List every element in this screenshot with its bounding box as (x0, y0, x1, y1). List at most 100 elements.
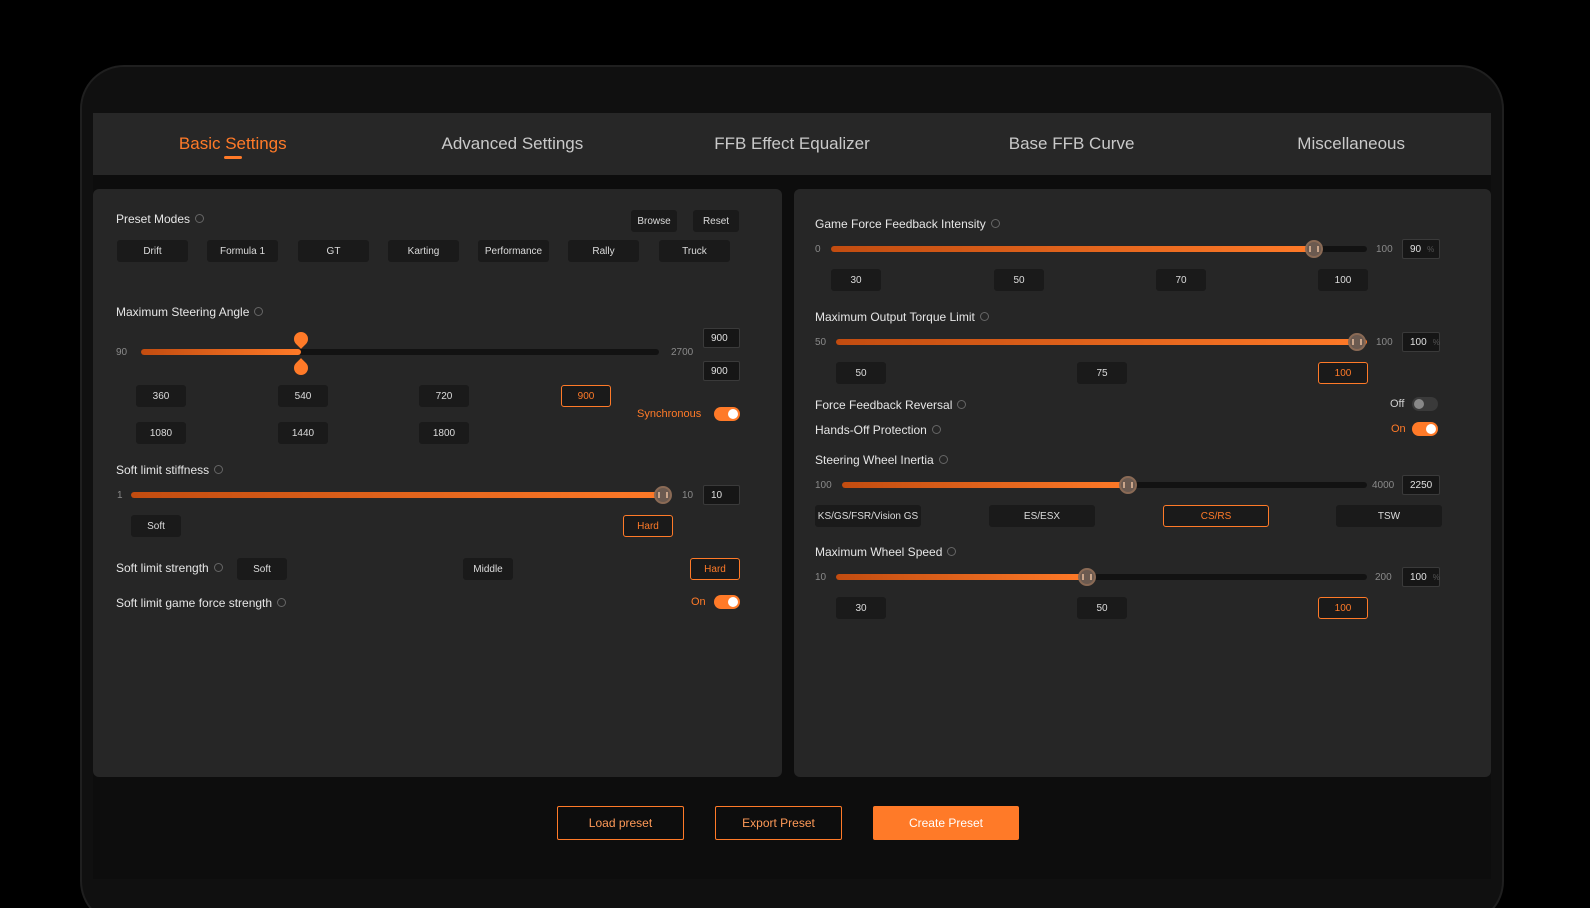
tab-miscellaneous[interactable]: Miscellaneous (1211, 113, 1491, 175)
create-preset-button[interactable]: Create Preset (873, 806, 1019, 840)
torque-value-input[interactable]: 100% (1402, 332, 1440, 352)
inertia-max-label: 4000 (1372, 480, 1395, 491)
ffb-intensity-preset-50[interactable]: 50 (994, 269, 1044, 291)
preset-mode-gt[interactable]: GT (298, 240, 369, 262)
steering-preset-900[interactable]: 900 (561, 385, 611, 407)
tab-basic-settings[interactable]: Basic Settings (93, 113, 373, 175)
info-icon[interactable] (957, 400, 967, 410)
ffb-reversal-toggle[interactable] (1412, 397, 1438, 411)
ffb-intensity-fill (831, 246, 1313, 252)
max-output-torque-slider[interactable] (836, 339, 1367, 345)
speed-preset-30[interactable]: 30 (836, 597, 886, 619)
steering-lower-marker[interactable] (291, 358, 311, 378)
stiffness-soft-button[interactable]: Soft (131, 515, 181, 537)
preset-mode-formula-1[interactable]: Formula 1 (207, 240, 278, 262)
steering-preset-1440[interactable]: 1440 (278, 422, 328, 444)
info-icon[interactable] (979, 312, 989, 322)
speed-value-input[interactable]: 100% (1402, 567, 1440, 587)
stiffness-value-input[interactable]: 10 (703, 485, 740, 505)
game-ffb-intensity-slider[interactable] (831, 246, 1367, 252)
stiffness-hard-button[interactable]: Hard (623, 515, 673, 537)
inertia-preset-ks-gs[interactable]: KS/GS/FSR/Vision GS (815, 505, 921, 527)
tab-base-ffb-curve[interactable]: Base FFB Curve (932, 113, 1212, 175)
torque-max-label: 100 (1376, 337, 1393, 348)
info-icon[interactable] (931, 425, 941, 435)
tab-advanced-settings[interactable]: Advanced Settings (373, 113, 653, 175)
inertia-preset-cs-rs[interactable]: CS/RS (1163, 505, 1269, 527)
ffb-intensity-preset-30[interactable]: 30 (831, 269, 881, 291)
ffb-intensity-preset-70[interactable]: 70 (1156, 269, 1206, 291)
info-icon[interactable] (213, 563, 223, 573)
steering-preset-540[interactable]: 540 (278, 385, 328, 407)
torque-handle[interactable] (1348, 333, 1366, 351)
strength-soft-button[interactable]: Soft (237, 558, 287, 580)
soft-limit-strength-label: Soft limit strength (116, 561, 223, 575)
ffb-reversal-label: Force Feedback Reversal (815, 398, 967, 412)
info-icon[interactable] (254, 307, 264, 317)
info-icon[interactable] (195, 214, 205, 224)
steering-preset-720[interactable]: 720 (419, 385, 469, 407)
steering-preset-1800[interactable]: 1800 (419, 422, 469, 444)
preset-mode-performance[interactable]: Performance (478, 240, 549, 262)
load-preset-button[interactable]: Load preset (557, 806, 684, 840)
ffb-intensity-value-input[interactable]: 90% (1402, 239, 1440, 259)
hands-off-toggle[interactable] (1412, 422, 1438, 436)
inertia-min-label: 100 (815, 480, 832, 491)
inertia-value-input[interactable]: 2250 (1402, 475, 1440, 495)
inertia-preset-tsw[interactable]: TSW (1336, 505, 1442, 527)
basic-settings-left-panel: Preset Modes Browse Reset Drift Formula … (93, 189, 782, 777)
ffb-intensity-handle[interactable] (1305, 240, 1323, 258)
strength-middle-button[interactable]: Middle (463, 558, 513, 580)
speed-preset-50[interactable]: 50 (1077, 597, 1127, 619)
hands-off-protection-label: Hands-Off Protection (815, 423, 941, 437)
ffb-intensity-preset-100[interactable]: 100 (1318, 269, 1368, 291)
preset-mode-rally[interactable]: Rally (568, 240, 639, 262)
info-icon[interactable] (990, 219, 1000, 229)
speed-handle[interactable] (1078, 568, 1096, 586)
max-wheel-speed-label: Maximum Wheel Speed (815, 545, 957, 559)
steering-angle-input-top[interactable]: 900 (703, 328, 740, 348)
steering-preset-360[interactable]: 360 (136, 385, 186, 407)
preset-mode-karting[interactable]: Karting (388, 240, 459, 262)
info-icon[interactable] (938, 455, 948, 465)
soft-limit-stiffness-slider[interactable] (131, 492, 671, 498)
info-icon[interactable] (277, 598, 287, 608)
ffb-intensity-max-label: 100 (1376, 244, 1393, 255)
info-icon[interactable] (947, 547, 957, 557)
speed-max-label: 200 (1375, 572, 1392, 583)
stiffness-max-label: 10 (682, 490, 694, 501)
inertia-fill (842, 482, 1132, 488)
max-wheel-speed-slider[interactable] (836, 574, 1367, 580)
preset-mode-truck[interactable]: Truck (659, 240, 730, 262)
browse-button[interactable]: Browse (631, 210, 677, 232)
preset-mode-drift[interactable]: Drift (117, 240, 188, 262)
reset-button[interactable]: Reset (693, 210, 739, 232)
basic-settings-right-panel: Game Force Feedback Intensity 0 100 90% … (794, 189, 1491, 777)
torque-preset-75[interactable]: 75 (1077, 362, 1127, 384)
synchronous-toggle[interactable] (714, 407, 740, 421)
steering-preset-1080[interactable]: 1080 (136, 422, 186, 444)
strength-hard-button[interactable]: Hard (690, 558, 740, 580)
export-preset-button[interactable]: Export Preset (715, 806, 842, 840)
max-output-torque-label: Maximum Output Torque Limit (815, 310, 989, 324)
ffb-intensity-min-label: 0 (815, 244, 821, 255)
game-force-toggle[interactable] (714, 595, 740, 609)
torque-preset-50[interactable]: 50 (836, 362, 886, 384)
speed-preset-100[interactable]: 100 (1318, 597, 1368, 619)
speed-fill (836, 574, 1086, 580)
info-icon[interactable] (214, 465, 224, 475)
stiffness-slider-handle[interactable] (654, 486, 672, 504)
inertia-handle[interactable] (1119, 476, 1137, 494)
inertia-preset-es-esx[interactable]: ES/ESX (989, 505, 1095, 527)
steering-upper-marker[interactable] (291, 329, 311, 349)
torque-preset-100[interactable]: 100 (1318, 362, 1368, 384)
tab-label: Miscellaneous (1297, 134, 1406, 153)
steering-min-label: 90 (116, 347, 128, 358)
max-steering-angle-label: Maximum Steering Angle (116, 305, 264, 319)
steering-angle-slider[interactable] (141, 349, 659, 355)
tab-ffb-effect-equalizer[interactable]: FFB Effect Equalizer (652, 113, 932, 175)
soft-limit-game-force-label: Soft limit game force strength (116, 596, 287, 610)
steering-angle-input-bottom[interactable]: 900 (703, 361, 740, 381)
game-ffb-intensity-label: Game Force Feedback Intensity (815, 217, 1000, 231)
wheel-inertia-slider[interactable] (842, 482, 1367, 488)
